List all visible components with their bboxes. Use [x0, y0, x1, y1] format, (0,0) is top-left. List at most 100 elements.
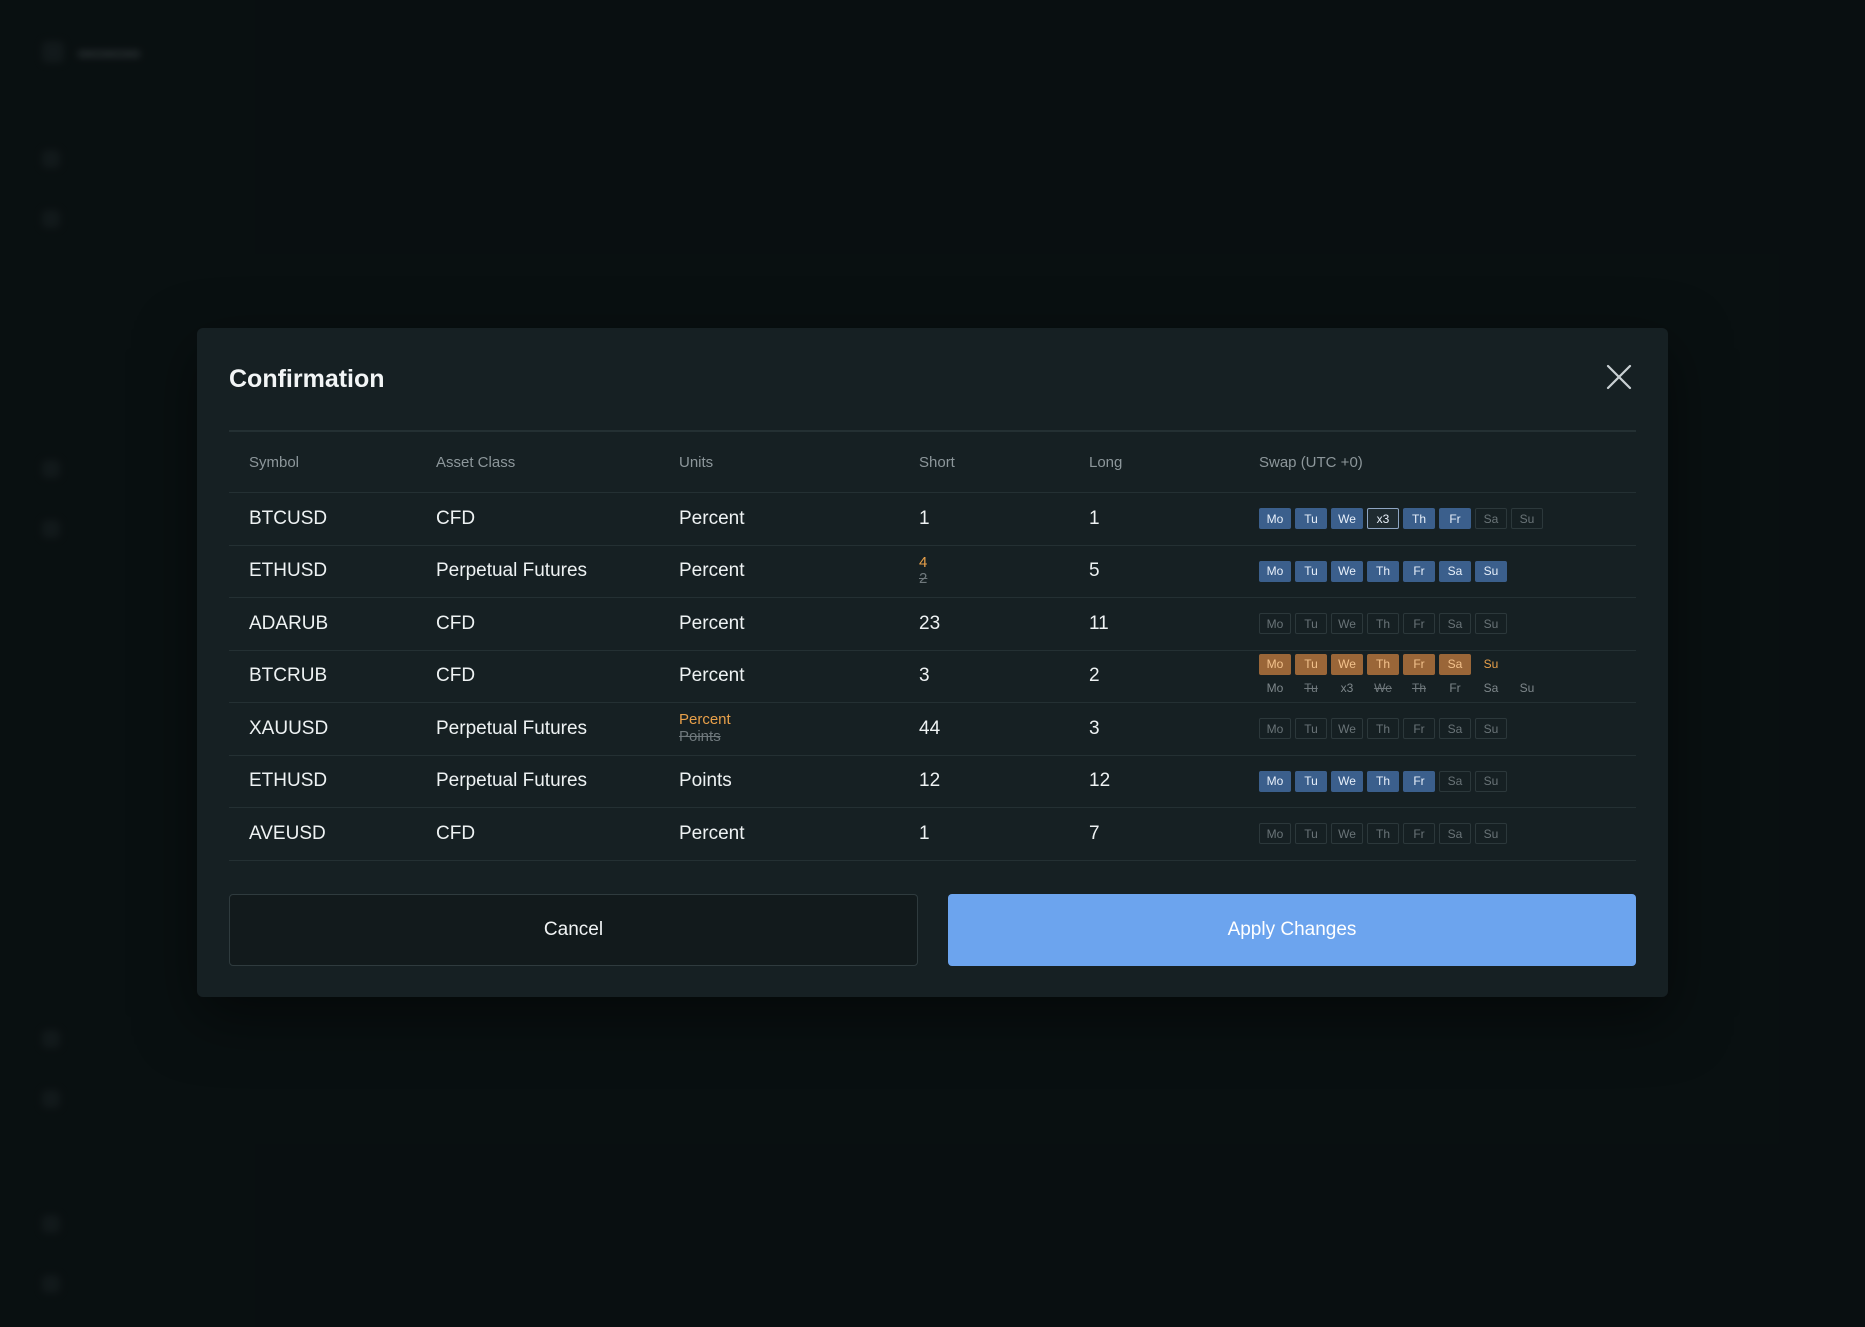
- swap-day-chip: Tu: [1295, 653, 1327, 675]
- cell-symbol: ETHUSD: [249, 560, 328, 582]
- cell-swap-days: Mo Tu We Th Fr Sa Su: [1259, 823, 1636, 845]
- swap-day-chip: Sa: [1439, 718, 1471, 740]
- swap-days-stack: Mo Tu We Th Fr Sa Su: [1259, 613, 1636, 635]
- swap-day-chip: Fr: [1439, 508, 1471, 530]
- swap-day-chip: Tu: [1295, 613, 1327, 635]
- cell-asset-class: Perpetual Futures: [436, 560, 588, 582]
- cell-symbol: XAUUSD: [249, 717, 329, 739]
- swap-day-chip: Su: [1511, 508, 1543, 530]
- short-old-value: 2: [919, 570, 928, 588]
- cell-symbol: BTCRUB: [249, 665, 328, 687]
- cell-units: Percent: [679, 507, 745, 529]
- swap-day-chip: Su: [1475, 823, 1507, 845]
- swap-days-stack: Mo Tu We Th Fr Sa Su: [1259, 560, 1636, 582]
- swap-day-chip: Sa: [1439, 823, 1471, 845]
- swap-day-chip: Fr: [1403, 770, 1435, 792]
- swap-day-chip: We: [1331, 508, 1363, 530]
- swap-days-stack: Mo Tu We Th Fr Sa Su: [1259, 823, 1636, 845]
- header-swap: Swap (UTC +0): [1259, 453, 1363, 471]
- header-symbol: Symbol: [249, 453, 300, 471]
- swap-day-chip: Su: [1475, 560, 1507, 582]
- swap-day-chip: We: [1331, 718, 1363, 740]
- swap-day-chip: Th: [1367, 718, 1399, 740]
- swap-day-chip: Th: [1367, 613, 1399, 635]
- cell-swap-days: Mo Tu We Th Fr Sa Su Mo Tu x3 We Th Fr Sa Su: [1259, 653, 1636, 699]
- table-row: ETHUSD Perpetual Futures Percent 4 2 5 Mo Tu We T…: [229, 546, 1636, 598]
- swap-day-chip: Sa: [1439, 653, 1471, 675]
- cell-asset-class: Perpetual Futures: [436, 770, 588, 792]
- swap-day-chip: Su: [1483, 657, 1499, 672]
- cell-short: 12: [919, 770, 941, 792]
- swap-day-chip: Sa: [1475, 508, 1507, 530]
- swap-day-chip: Sa: [1439, 613, 1471, 635]
- swap-day-chip: Sa: [1439, 560, 1471, 582]
- swap-day-chip: Fr: [1403, 653, 1435, 675]
- cell-short: 42: [919, 553, 1089, 588]
- swap-day-chip: We: [1331, 823, 1363, 845]
- cell-swap-days: Mo Tu We x3 Th Fr Sa Su: [1259, 508, 1636, 530]
- swap-day-chip: Fr: [1403, 823, 1435, 845]
- swap-day-chip: Mo: [1259, 718, 1291, 740]
- header-long: Long: [1089, 453, 1123, 471]
- swap-day-chip: We: [1331, 770, 1363, 792]
- swap-day-chip: Sa: [1483, 681, 1499, 696]
- swap-day-chip: Fr: [1403, 560, 1435, 582]
- units-new-value: Percent: [679, 711, 731, 729]
- cell-long: 3: [1089, 717, 1100, 739]
- swap-day-chip: We: [1374, 681, 1392, 696]
- short-change: 42: [919, 553, 1089, 588]
- cell-units: Points: [679, 770, 732, 792]
- table-row: AVEUSD CFD Percent 1 7 Mo Tu We Th Fr Sa Su: [229, 808, 1636, 861]
- swap-days: Mo Tu We Th Fr Sa Su: [1259, 560, 1636, 582]
- swap-day-chip: Su: [1475, 718, 1507, 740]
- swap-days-stack: Mo Tu We x3 Th Fr Sa Su: [1259, 508, 1636, 530]
- table-row: BTCUSD CFD Percent 1 1 Mo Tu We x3 Th Fr Sa Su: [229, 493, 1636, 546]
- swap-day-chip: Fr: [1403, 718, 1435, 740]
- cell-asset-class: Perpetual Futures: [436, 717, 588, 739]
- swap-day-chip: Tu: [1295, 718, 1327, 740]
- cancel-button[interactable]: Cancel: [229, 894, 918, 966]
- table-row: ADARUB CFD Percent 23 11 Mo Tu We Th Fr Sa Su: [229, 598, 1636, 651]
- swap-day-chip: Th: [1367, 770, 1399, 792]
- swap-days-stack: Mo Tu We Th Fr Sa Su Mo Tu x3 We Th Fr Sa Su: [1259, 653, 1636, 699]
- swap-day-chip: Mo: [1259, 560, 1291, 582]
- cell-units: Percent: [679, 560, 745, 582]
- cell-swap-days: Mo Tu We Th Fr Sa Su: [1259, 718, 1636, 740]
- close-button[interactable]: [1602, 360, 1636, 394]
- swap-day-chip: We: [1331, 653, 1363, 675]
- swap-day-chip: Su: [1519, 681, 1535, 696]
- header-units: Units: [679, 453, 714, 471]
- swap-day-chip: Tu: [1295, 823, 1327, 845]
- swap-day-chip: Tu: [1295, 560, 1327, 582]
- cell-asset-class: CFD: [436, 507, 476, 529]
- swap-day-chip: x3: [1340, 681, 1354, 696]
- table-row: BTCRUB CFD Percent 3 2 Mo Tu We Th Fr Sa Su Mo Tu x3 We…: [229, 651, 1636, 703]
- swap-day-chip: Th: [1403, 508, 1435, 530]
- cell-swap-days: Mo Tu We Th Fr Sa Su: [1259, 613, 1636, 635]
- swap-day-chip: We: [1331, 613, 1363, 635]
- header-short: Short: [919, 453, 955, 471]
- cell-units: Percent: [679, 822, 745, 844]
- swap-day-chip: Su: [1475, 770, 1507, 792]
- cell-symbol: ADARUB: [249, 612, 329, 634]
- apply-changes-button[interactable]: Apply Changes: [948, 894, 1636, 966]
- swap-day-chip: Th: [1367, 823, 1399, 845]
- units-change: Percent Points: [679, 712, 919, 745]
- table-body: BTCUSD CFD Percent 1 1 Mo Tu We x3 Th Fr Sa Su ETHUSD…: [229, 493, 1636, 861]
- swap-days: Mo Tu We Th Fr Sa Su: [1259, 718, 1636, 740]
- cell-long: 1: [1089, 507, 1100, 529]
- cell-units: Percent: [679, 665, 745, 687]
- swap-day-chip: Mo: [1266, 681, 1284, 696]
- swap-day-chip: Th: [1367, 653, 1399, 675]
- cell-asset-class: CFD: [436, 822, 476, 844]
- swap-day-chip: Mo: [1259, 613, 1291, 635]
- cell-short: 44: [919, 717, 941, 739]
- cell-long: 12: [1089, 770, 1111, 792]
- swap-day-chip: Fr: [1403, 613, 1435, 635]
- swap-day-chip: Mo: [1259, 508, 1291, 530]
- swap-days: Mo Tu We Th Fr Sa Su: [1259, 653, 1636, 675]
- short-new-value: 4: [919, 553, 928, 571]
- swap-days: Mo Tu We x3 Th Fr Sa Su: [1259, 508, 1636, 530]
- swap-day-chip: Th: [1411, 681, 1426, 696]
- cell-long: 5: [1089, 560, 1100, 582]
